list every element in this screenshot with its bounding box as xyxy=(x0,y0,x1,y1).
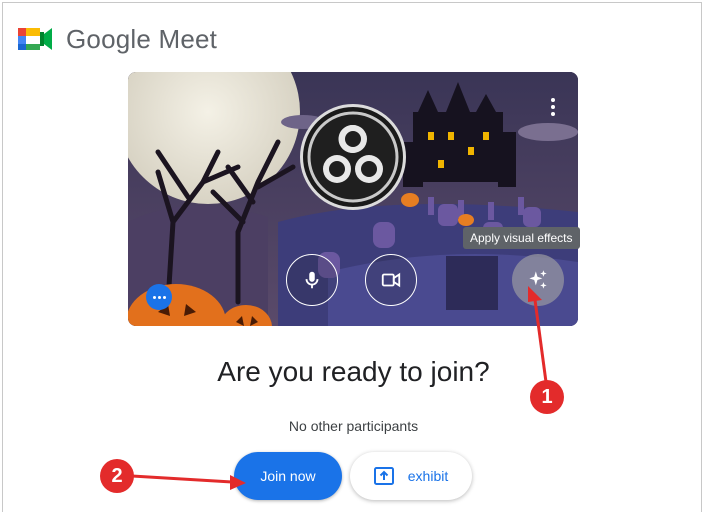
join-now-button[interactable]: Join now xyxy=(234,452,342,500)
sparkle-icon xyxy=(529,270,547,289)
visual-effects-button[interactable] xyxy=(512,254,564,306)
camera-preview xyxy=(128,72,578,326)
present-screen-icon xyxy=(373,467,394,485)
brand-title: Google Meet xyxy=(66,23,218,54)
present-label: exhibit xyxy=(407,468,449,484)
more-vert-icon[interactable] xyxy=(550,98,556,116)
header: Google Meet xyxy=(16,22,217,56)
camera-button[interactable] xyxy=(365,254,417,306)
google-meet-logo-icon xyxy=(18,28,52,50)
page-title: Are you ready to join? xyxy=(217,356,490,387)
video-tile xyxy=(446,256,498,310)
participants-status: No other participants xyxy=(288,418,419,434)
more-options-button[interactable] xyxy=(146,284,172,310)
obs-logo-icon xyxy=(307,111,399,203)
camera-icon xyxy=(381,272,401,288)
user-avatar xyxy=(300,104,406,210)
annotation-badge-2: 2 xyxy=(100,459,134,493)
present-button[interactable]: exhibit xyxy=(350,452,472,500)
annotation-badge-1: 1 xyxy=(530,380,564,414)
microphone-button[interactable] xyxy=(286,254,338,306)
effects-tooltip: Apply visual effects xyxy=(463,227,580,249)
microphone-icon xyxy=(305,271,319,289)
